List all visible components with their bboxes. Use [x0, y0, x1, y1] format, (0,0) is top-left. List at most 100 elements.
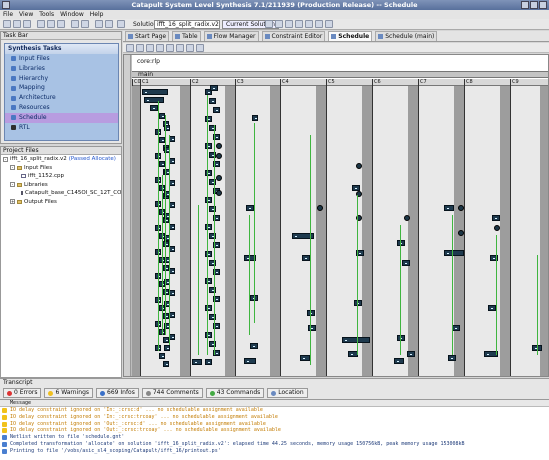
- select-icon[interactable]: [126, 44, 134, 52]
- operation-block[interactable]: [402, 260, 410, 266]
- operation-block[interactable]: [209, 125, 217, 131]
- operation-block[interactable]: [244, 358, 256, 364]
- operation-block[interactable]: [394, 358, 404, 364]
- task-resources[interactable]: Resources: [5, 103, 118, 113]
- delete-icon[interactable]: [156, 44, 164, 52]
- tree-library[interactable]: Catapult_base_C145OI_SC_12T_CORE: [1, 189, 121, 198]
- operation-block[interactable]: [252, 115, 258, 121]
- message-row[interactable]: Netlist written to file 'schedule.gnt': [0, 434, 549, 441]
- home-icon[interactable]: [285, 20, 293, 28]
- task-input-files[interactable]: Input Files: [5, 54, 118, 64]
- cut-icon[interactable]: [37, 20, 45, 28]
- message-column-header[interactable]: Message: [0, 400, 549, 407]
- tab-table[interactable]: Table: [172, 31, 201, 41]
- operation-block[interactable]: [159, 353, 165, 359]
- operation-block[interactable]: [209, 287, 217, 293]
- operation-block[interactable]: [150, 105, 158, 111]
- zoom-out-icon[interactable]: [186, 44, 194, 52]
- collapse-icon[interactable]: -: [10, 182, 15, 188]
- operation-block[interactable]: [448, 355, 456, 361]
- warnings-filter-button[interactable]: 6 Warnings: [44, 388, 94, 398]
- commands-filter-button[interactable]: 43 Commands: [205, 388, 265, 398]
- task-libraries[interactable]: Libraries: [5, 64, 118, 74]
- operation-block[interactable]: [492, 215, 500, 221]
- tab-constraint-editor[interactable]: Constraint Editor: [261, 31, 326, 41]
- refresh-icon[interactable]: [295, 20, 303, 28]
- tree-solution[interactable]: - ifft_16_split_radix.v2 (Passed Allocat…: [1, 155, 121, 164]
- close-icon[interactable]: [539, 1, 547, 9]
- tab-start-page[interactable]: Start Page: [125, 31, 170, 41]
- fit-icon[interactable]: [166, 44, 174, 52]
- task-hierarchy[interactable]: Hierarchy: [5, 74, 118, 84]
- pencil-icon[interactable]: [136, 44, 144, 52]
- operation-block[interactable]: [250, 343, 258, 349]
- operation-block[interactable]: [444, 205, 454, 211]
- operation-block[interactable]: [307, 310, 315, 316]
- menu-help[interactable]: Help: [90, 10, 104, 19]
- operation-block[interactable]: [354, 300, 362, 306]
- operation-node[interactable]: [494, 225, 500, 231]
- collapse-icon[interactable]: -: [10, 165, 15, 171]
- operation-block[interactable]: [192, 359, 202, 365]
- operation-block[interactable]: [209, 179, 217, 185]
- zoom-in-icon[interactable]: [176, 44, 184, 52]
- tab-flow-manager[interactable]: Flow Manager: [203, 31, 259, 41]
- redo-icon[interactable]: [81, 20, 89, 28]
- settings-icon[interactable]: [117, 20, 125, 28]
- operation-node[interactable]: [216, 190, 222, 196]
- zoom-out-icon[interactable]: [315, 20, 323, 28]
- message-row[interactable]: Printing to file '/vobs/asic_sl4_scoping…: [0, 448, 549, 455]
- zoom-in-icon[interactable]: [305, 20, 313, 28]
- operation-node[interactable]: [216, 175, 222, 181]
- expand-icon[interactable]: +: [10, 199, 15, 205]
- task-mapping[interactable]: Mapping: [5, 83, 118, 93]
- copy-icon[interactable]: [47, 20, 55, 28]
- operation-block[interactable]: [209, 206, 217, 212]
- tree-input-files[interactable]: - Input Files: [1, 164, 121, 173]
- operation-node[interactable]: [317, 205, 323, 211]
- new-icon[interactable]: [3, 20, 11, 28]
- operation-block[interactable]: [452, 325, 460, 331]
- menu-view[interactable]: View: [19, 10, 33, 19]
- operation-block[interactable]: [163, 345, 170, 351]
- operation-block[interactable]: [444, 250, 464, 256]
- undo-icon[interactable]: [71, 20, 79, 28]
- collapse-icon[interactable]: -: [3, 156, 8, 162]
- vertical-scrollbar[interactable]: [124, 55, 131, 376]
- operation-node[interactable]: [458, 230, 464, 236]
- operation-block[interactable]: [407, 351, 415, 357]
- location-button[interactable]: Location: [267, 388, 308, 398]
- operation-block[interactable]: [142, 89, 168, 95]
- stop-icon[interactable]: [105, 20, 113, 28]
- operation-block[interactable]: [302, 255, 310, 261]
- task-schedule[interactable]: Schedule: [5, 112, 118, 123]
- filter-icon[interactable]: [196, 44, 204, 52]
- operation-block[interactable]: [210, 85, 218, 91]
- operation-block[interactable]: [397, 335, 405, 341]
- transcript-messages[interactable]: Message IO delay constraint ignored on '…: [0, 399, 549, 460]
- schedule-canvas[interactable]: core:rlp main C0 C1 C2 C3 C4 C5 C6 C7 C8 C9: [132, 55, 548, 376]
- help-icon[interactable]: [325, 20, 333, 28]
- solution-select[interactable]: ifft_16_split_radix.v2 (allocate): [154, 20, 220, 29]
- operation-block[interactable]: [246, 205, 254, 211]
- link-icon[interactable]: [146, 44, 154, 52]
- operation-node[interactable]: [356, 163, 362, 169]
- minimize-icon[interactable]: [521, 1, 529, 9]
- tree-output-files[interactable]: + Output Files: [1, 198, 121, 207]
- operation-block[interactable]: [205, 359, 213, 365]
- message-row[interactable]: IO delay constraint ignored on 'In:_:crs…: [0, 407, 549, 414]
- operation-block[interactable]: [342, 337, 370, 343]
- tab-schedule-main[interactable]: Schedule (main): [375, 31, 438, 41]
- operation-node[interactable]: [216, 153, 222, 159]
- task-rtl[interactable]: RTL: [5, 123, 118, 133]
- operation-block[interactable]: [213, 107, 221, 113]
- menu-tools[interactable]: Tools: [39, 10, 54, 19]
- operation-block[interactable]: [163, 361, 169, 367]
- open-icon[interactable]: [13, 20, 21, 28]
- menu-window[interactable]: Window: [60, 10, 84, 19]
- operation-block[interactable]: [209, 233, 217, 239]
- maximize-icon[interactable]: [530, 1, 538, 9]
- message-row[interactable]: Completed transformation 'allocate' on s…: [0, 441, 549, 448]
- message-row[interactable]: IO delay constraint ignored on 'In:_:crs…: [0, 414, 549, 421]
- operation-block[interactable]: [209, 98, 217, 104]
